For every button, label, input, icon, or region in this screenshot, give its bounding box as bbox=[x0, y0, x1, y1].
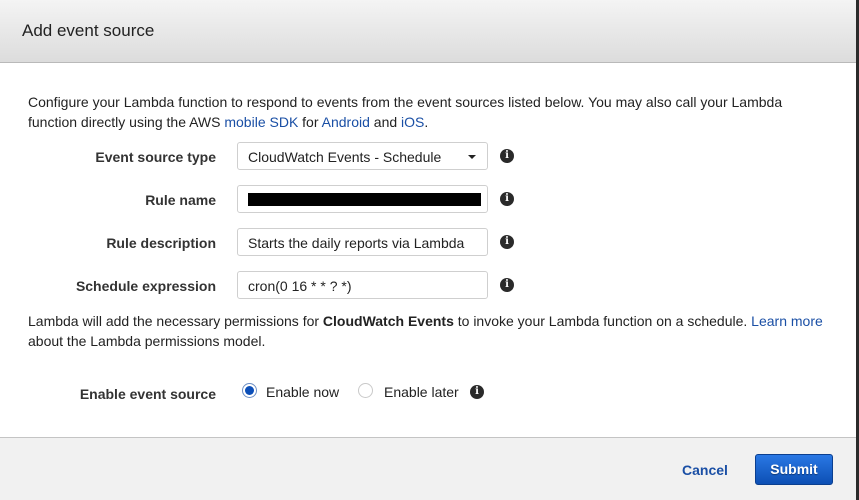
info-icon[interactable]: i bbox=[470, 385, 484, 399]
add-event-source-dialog: Add event source Configure your Lambda f… bbox=[0, 0, 859, 500]
ios-link[interactable]: iOS bbox=[401, 114, 424, 130]
event-source-type-label: Event source type bbox=[95, 149, 216, 165]
info-icon[interactable]: i bbox=[500, 192, 514, 206]
schedule-expression-input[interactable]: cron(0 16 * * ? *) bbox=[237, 271, 488, 299]
enable-later-radio[interactable] bbox=[358, 383, 373, 398]
schedule-expression-row: Schedule expression cron(0 16 * * ? *) i bbox=[0, 271, 856, 301]
enable-now-radio[interactable] bbox=[242, 383, 257, 398]
enable-event-source-label: Enable event source bbox=[79, 386, 216, 402]
redacted-value bbox=[248, 193, 481, 206]
rule-name-row: Rule name i bbox=[0, 185, 856, 215]
rule-name-label: Rule name bbox=[145, 192, 216, 208]
mobile-sdk-link[interactable]: mobile SDK bbox=[224, 114, 298, 130]
info-icon[interactable]: i bbox=[500, 278, 514, 292]
rule-name-input[interactable] bbox=[237, 185, 488, 213]
learn-more-link[interactable]: Learn more bbox=[751, 313, 823, 329]
dialog-title: Add event source bbox=[22, 21, 155, 40]
event-source-type-value: CloudWatch Events - Schedule bbox=[248, 149, 442, 165]
rule-description-row: Rule description Starts the daily report… bbox=[0, 228, 856, 258]
enable-later-label[interactable]: Enable later bbox=[384, 384, 459, 400]
cancel-button[interactable]: Cancel bbox=[682, 462, 728, 478]
cloudwatch-events-bold: CloudWatch Events bbox=[322, 313, 454, 329]
enable-now-label[interactable]: Enable now bbox=[266, 384, 339, 400]
rule-description-label: Rule description bbox=[106, 235, 216, 251]
event-source-type-select[interactable]: CloudWatch Events - Schedule bbox=[237, 142, 488, 170]
permissions-text: Lambda will add the necessary permission… bbox=[28, 313, 823, 349]
android-link[interactable]: Android bbox=[322, 114, 370, 130]
info-icon[interactable]: i bbox=[500, 149, 514, 163]
schedule-expression-label: Schedule expression bbox=[75, 278, 216, 294]
dialog-header: Add event source bbox=[0, 0, 856, 63]
info-icon[interactable]: i bbox=[500, 235, 514, 249]
rule-description-input[interactable]: Starts the daily reports via Lambda bbox=[237, 228, 488, 256]
intro-text: Configure your Lambda function to respon… bbox=[28, 94, 783, 130]
dialog-footer: Cancel Submit bbox=[0, 437, 856, 500]
submit-button[interactable]: Submit bbox=[755, 454, 833, 485]
enable-event-source-row: Enable event source Enable now Enable la… bbox=[0, 381, 856, 407]
event-source-type-row: Event source type CloudWatch Events - Sc… bbox=[0, 142, 856, 172]
caret-down-icon bbox=[468, 155, 476, 159]
